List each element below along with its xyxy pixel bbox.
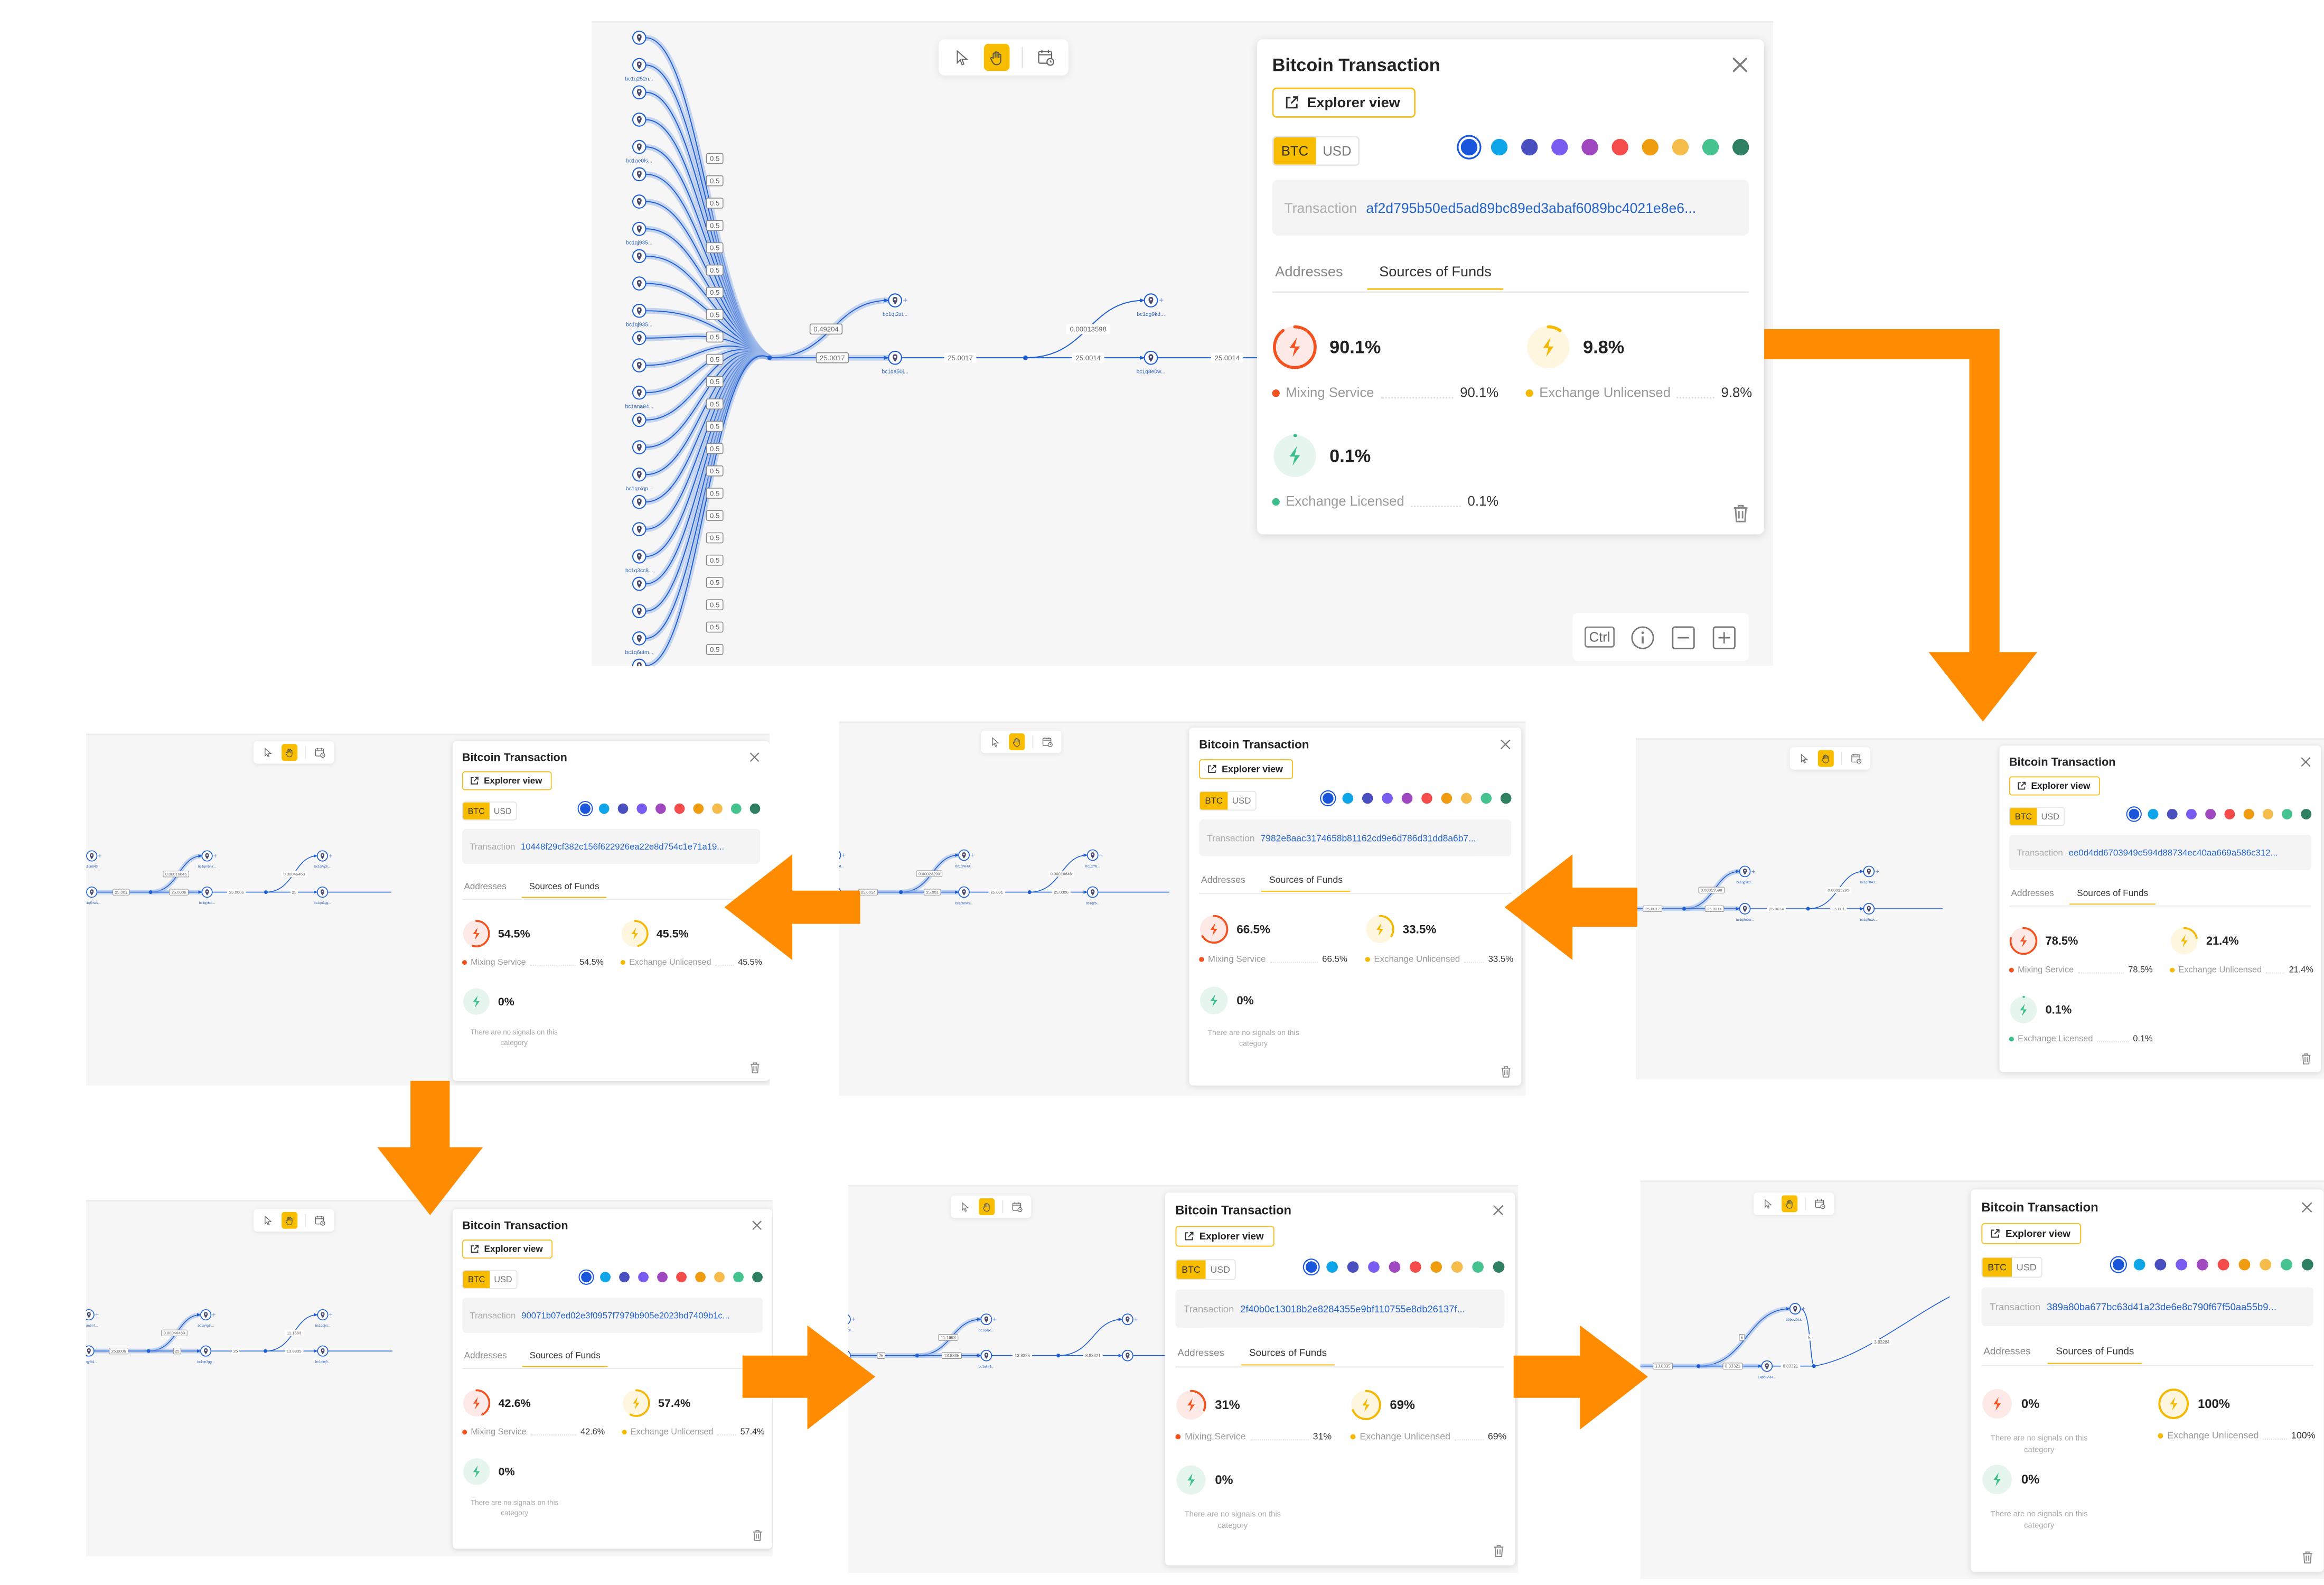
- workflow-collage: 0.5 0.5 0.5 0.5 0.5 0.5 0.5 0.5 0.5 0.5 0.5 0.5 0.5 0…: [0, 0, 2324, 1585]
- flow-arrow-left: [724, 854, 860, 961]
- flow-arrow-elbow-down: [1764, 329, 2038, 722]
- flow-arrow-right: [742, 1325, 876, 1430]
- flow-arrows: [377, 329, 2038, 1430]
- flow-arrow-left: [1504, 854, 1637, 961]
- flow-arrow-right: [1513, 1325, 1648, 1430]
- flow-arrow-down: [377, 1080, 483, 1215]
